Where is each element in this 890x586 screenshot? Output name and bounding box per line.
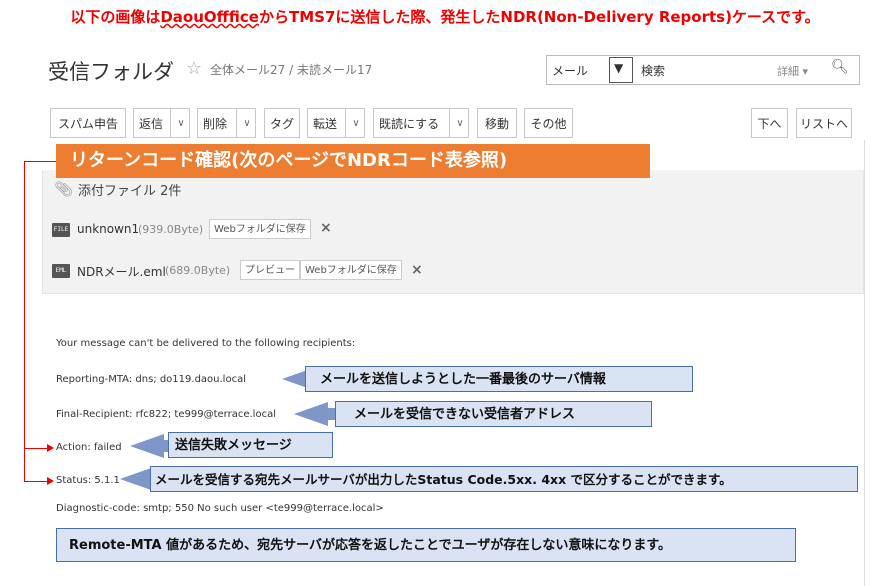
red-arrow-status: [24, 477, 54, 485]
search-scope-value[interactable]: メール: [552, 62, 588, 79]
close-icon[interactable]: ×: [411, 262, 423, 278]
content-border: [864, 140, 865, 586]
attachment-size: (689.0Byte): [165, 264, 231, 277]
delete-button[interactable]: 削除 ∨: [197, 108, 256, 138]
note-suffix: からTMS7に送信した際、発生したNDR(Non-Delivery Report…: [258, 8, 820, 26]
callout-reporting-mta: メールを送信しようとした一番最後のサーバ情報: [305, 366, 693, 392]
mail-counts: 全体メール27 / 未読メール17: [210, 63, 373, 77]
search-scope-dropdown[interactable]: ▼: [609, 57, 633, 83]
ndr-diagnostic-code: Diagnostic-code: smtp; 550 No such user …: [56, 503, 384, 514]
spam-report-button[interactable]: スパム申告: [50, 108, 126, 138]
attachment-title: 添付ファイル 2件: [78, 184, 182, 199]
star-icon[interactable]: ☆: [186, 58, 202, 79]
attachment-name[interactable]: NDRメール.eml: [77, 263, 166, 280]
ndr-intro: Your message can't be delivered to the f…: [56, 338, 356, 349]
forward-dropdown[interactable]: ∨: [345, 109, 366, 137]
attachment-name[interactable]: unknown1: [77, 222, 139, 236]
mark-read-dropdown[interactable]: ∨: [449, 109, 470, 137]
search-bar: メール ▼ 検索 詳細 ▾ 🔍︎: [546, 55, 860, 85]
return-code-banner: リターンコード確認(次のページでNDRコード表参照): [56, 144, 650, 178]
red-connector-vertical: [24, 161, 25, 481]
search-input[interactable]: 検索: [641, 62, 665, 79]
ndr-status: Status: 5.1.1: [56, 475, 120, 486]
back-to-list-button[interactable]: リストへ: [796, 108, 852, 138]
callout-status: メールを受信する宛先メールサーバが出力したStatus Code.5xx. 4x…: [150, 466, 858, 492]
arrow-left-icon: [294, 402, 328, 426]
delete-dropdown[interactable]: ∨: [236, 109, 257, 137]
search-icon[interactable]: 🔍︎: [831, 59, 849, 75]
search-detail-button[interactable]: 詳細 ▾: [777, 63, 808, 79]
attachment-size: (939.0Byte): [138, 223, 204, 236]
mark-read-button[interactable]: 既読にする ∨: [373, 108, 469, 138]
move-button[interactable]: 移動: [477, 108, 517, 138]
arrow-left-icon: [120, 467, 154, 491]
callout-final-recipient: メールを受信できない受信者アドレス: [335, 401, 652, 427]
arrow-left-icon: [130, 434, 164, 458]
preview-button[interactable]: プレビュー: [240, 260, 300, 280]
eml-file-icon: EML: [52, 264, 70, 278]
save-to-web-folder-button[interactable]: Webフォルダに保存: [209, 219, 311, 239]
remote-mta-explanation: Remote-MTA 値があるため、宛先サーバが応答を返したことでユーザが存在し…: [56, 528, 796, 562]
callout-action: 送信失敗メッセージ: [168, 432, 333, 458]
ndr-action: Action: failed: [56, 442, 122, 453]
chevron-down-icon: ▼: [614, 61, 624, 75]
paperclip-icon: 📎︎: [54, 180, 74, 198]
reply-dropdown[interactable]: ∨: [170, 109, 191, 137]
tag-button[interactable]: タグ: [264, 108, 300, 138]
other-button[interactable]: その他: [524, 108, 573, 138]
top-annotation-note: 以下の画像はDaouOffficeからTMS7に送信した際、発生したNDR(No…: [0, 6, 890, 27]
page-title: 受信フォルダ: [48, 60, 174, 84]
reply-button[interactable]: 返信 ∨: [133, 108, 190, 138]
save-to-web-folder-button[interactable]: Webフォルダに保存: [300, 260, 402, 280]
forward-button[interactable]: 転送 ∨: [307, 108, 365, 138]
ndr-reporting-mta: Reporting-MTA: dns; do119.daou.local: [56, 374, 246, 385]
red-connector-horizontal: [24, 161, 56, 162]
note-product-name: DaouOfffice: [160, 8, 259, 26]
file-icon: FILE: [52, 223, 70, 237]
note-prefix: 以下の画像は: [70, 8, 161, 26]
close-icon[interactable]: ×: [320, 220, 332, 236]
ndr-final-recipient: Final-Recipient: rfc822; te999@terrace.l…: [56, 409, 276, 420]
next-button[interactable]: 下へ: [751, 108, 788, 138]
red-arrow-action: [24, 444, 54, 452]
